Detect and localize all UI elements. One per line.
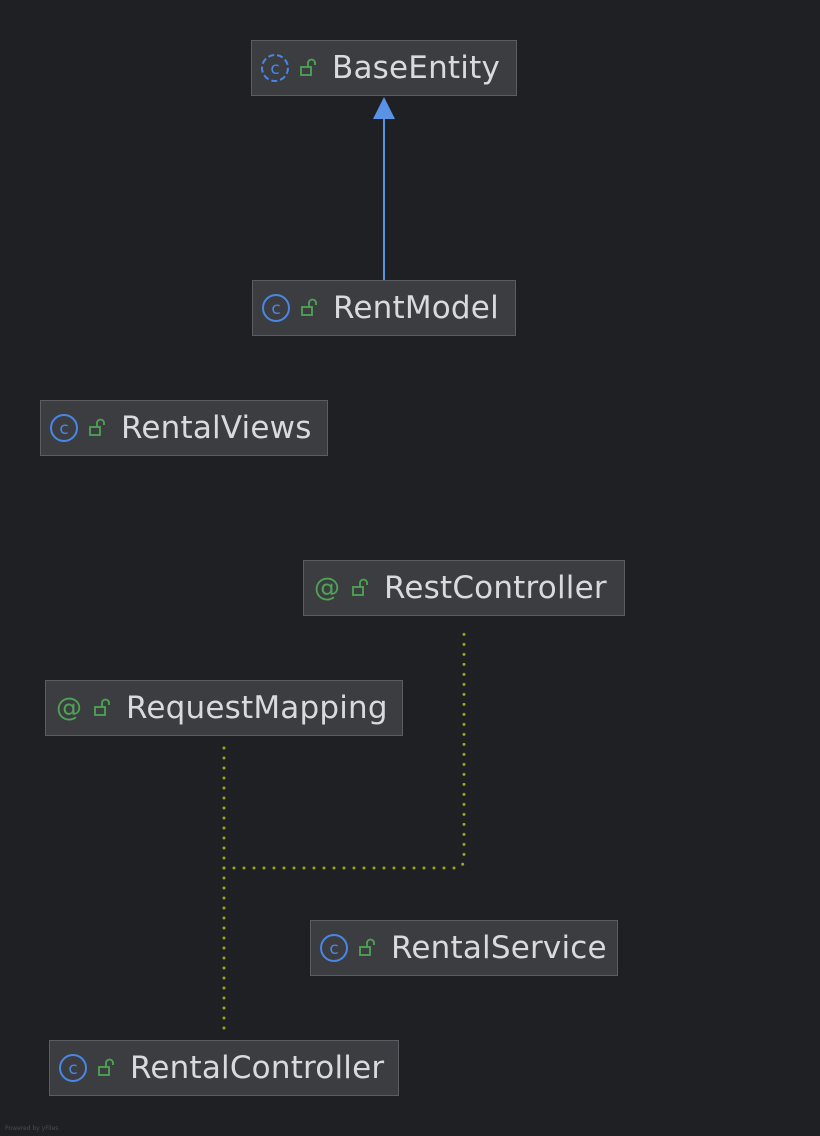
svg-text:c: c bbox=[271, 299, 280, 319]
svg-text:@: @ bbox=[314, 573, 340, 603]
annotation-icon: @ bbox=[314, 573, 340, 603]
abstract-class-icon: c bbox=[261, 54, 289, 82]
node-label: RestController bbox=[384, 569, 607, 606]
node-rest-controller[interactable]: @ RestController bbox=[303, 560, 625, 616]
node-label: RentalViews bbox=[121, 409, 312, 446]
public-visibility-icon bbox=[352, 578, 368, 596]
public-visibility-icon bbox=[301, 298, 317, 316]
diagram-canvas: c BaseEntity c RentModel c RentalViews @… bbox=[0, 0, 820, 1136]
node-label: RentModel bbox=[333, 289, 499, 326]
node-rental-controller[interactable]: c RentalController bbox=[49, 1040, 399, 1096]
node-rental-views[interactable]: c RentalViews bbox=[40, 400, 328, 456]
public-visibility-icon bbox=[94, 698, 110, 716]
public-visibility-icon bbox=[300, 58, 316, 76]
class-icon: c bbox=[50, 414, 78, 442]
node-label: RentalService bbox=[391, 929, 607, 966]
class-icon: c bbox=[320, 934, 348, 962]
svg-text:c: c bbox=[59, 419, 68, 439]
svg-text:c: c bbox=[68, 1059, 77, 1079]
node-rental-service[interactable]: c RentalService bbox=[310, 920, 618, 976]
public-visibility-icon bbox=[98, 1058, 114, 1076]
inheritance-arrowhead bbox=[373, 97, 395, 119]
annotation-icon: @ bbox=[56, 693, 82, 723]
powered-by-note: Powered by yFiles bbox=[5, 1125, 59, 1132]
node-rent-model[interactable]: c RentModel bbox=[252, 280, 516, 336]
class-icon: c bbox=[262, 294, 290, 322]
svg-text:c: c bbox=[329, 939, 338, 959]
annotation-edge-restcontroller bbox=[222, 624, 466, 870]
svg-text:c: c bbox=[270, 59, 279, 79]
node-base-entity[interactable]: c BaseEntity bbox=[251, 40, 517, 96]
node-label: BaseEntity bbox=[332, 49, 500, 86]
class-icon: c bbox=[59, 1054, 87, 1082]
public-visibility-icon bbox=[359, 938, 375, 956]
node-label: RentalController bbox=[130, 1049, 385, 1086]
node-request-mapping[interactable]: @ RequestMapping bbox=[45, 680, 403, 736]
node-label: RequestMapping bbox=[126, 689, 388, 726]
svg-text:@: @ bbox=[56, 693, 82, 723]
public-visibility-icon bbox=[89, 418, 105, 436]
